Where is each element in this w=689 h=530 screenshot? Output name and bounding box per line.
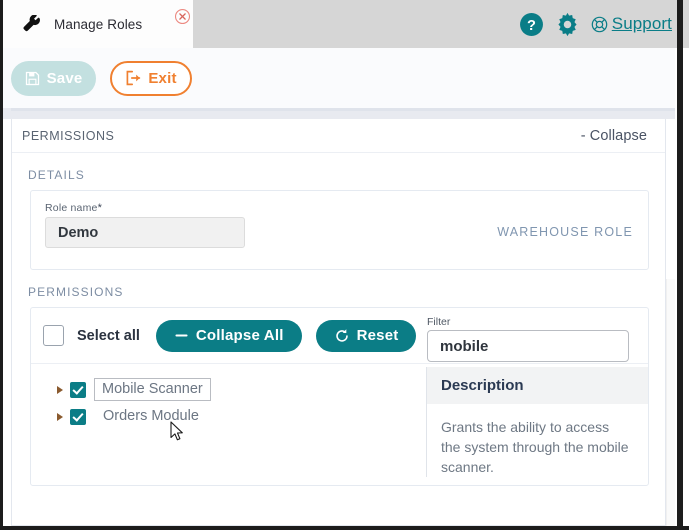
permissions-panel: Select all Collapse All Reset Filter mob… xyxy=(30,307,649,486)
role-type-tag: WAREHOUSE ROLE xyxy=(497,225,633,239)
details-panel: Role name* WAREHOUSE ROLE xyxy=(30,190,649,270)
expand-caret-icon[interactable] xyxy=(57,385,63,394)
description-title: Description xyxy=(441,377,524,394)
select-all-label: Select all xyxy=(77,327,140,344)
reset-label: Reset xyxy=(356,327,399,344)
collapse-all-label: Collapse All xyxy=(195,327,284,344)
permissions-body: Mobile Scanner Orders Module Description… xyxy=(31,364,648,485)
exit-button-label: Exit xyxy=(148,69,177,87)
exit-door-icon xyxy=(125,70,141,86)
description-panel: Description Grants the ability to access… xyxy=(426,367,648,477)
filter-label: Filter xyxy=(427,316,451,328)
filter-input[interactable] xyxy=(427,330,629,362)
tree-row[interactable]: Orders Module xyxy=(57,403,426,430)
gear-icon[interactable] xyxy=(555,12,580,37)
collapse-card-link[interactable]: - Collapse xyxy=(581,128,647,144)
tab-manage-roles[interactable]: Manage Roles xyxy=(3,0,193,48)
reset-button[interactable]: Reset xyxy=(315,319,417,352)
support-link-group[interactable]: Support xyxy=(591,14,672,34)
permissions-card-title: PERMISSIONS xyxy=(22,128,115,143)
role-name-input[interactable] xyxy=(45,217,245,248)
permissions-toolbar: Select all Collapse All Reset Filter mob… xyxy=(31,308,648,364)
manage-roles-window: Manage Roles ? Support Save Exit PERMISS… xyxy=(0,0,689,530)
save-disk-icon xyxy=(25,71,40,86)
window-header-bar: Manage Roles ? Support xyxy=(3,0,689,48)
content-scroll-region: PERMISSIONS - Collapse DETAILS Role name… xyxy=(6,119,666,526)
support-link[interactable]: Support xyxy=(612,14,672,34)
permissions-card: PERMISSIONS - Collapse DETAILS Role name… xyxy=(11,119,666,526)
permissions-card-header: PERMISSIONS - Collapse xyxy=(12,119,665,153)
save-button-label: Save xyxy=(46,69,83,87)
minus-icon xyxy=(174,328,189,343)
wrench-icon xyxy=(23,14,42,34)
tree-item-label[interactable]: Mobile Scanner xyxy=(94,378,211,401)
lifebuoy-icon[interactable] xyxy=(591,16,608,33)
description-header: Description xyxy=(427,367,648,404)
tree-item-checkbox[interactable] xyxy=(70,408,86,425)
refresh-icon xyxy=(334,328,350,344)
description-text: Grants the ability to access the system … xyxy=(441,419,629,475)
toolbar-divider xyxy=(3,108,689,119)
tree-item-checkbox[interactable] xyxy=(70,381,86,398)
tree-item-label[interactable]: Orders Module xyxy=(96,406,206,427)
role-name-label: Role name* xyxy=(45,202,102,214)
tree-row[interactable]: Mobile Scanner xyxy=(57,376,426,403)
permissions-section-label: PERMISSIONS xyxy=(28,285,124,299)
window-right-edge xyxy=(677,0,683,526)
collapse-all-button[interactable]: Collapse All xyxy=(155,319,302,352)
role-name-label-text: Role name xyxy=(45,202,98,214)
header-icon-group: ? Support xyxy=(519,10,672,38)
select-all-checkbox[interactable] xyxy=(43,325,64,346)
tab-title: Manage Roles xyxy=(54,16,143,32)
required-marker: * xyxy=(97,202,103,214)
vertical-scrollbar-thumb[interactable] xyxy=(666,119,675,279)
expand-caret-icon[interactable] xyxy=(57,412,63,421)
svg-text:?: ? xyxy=(527,17,536,33)
save-button[interactable]: Save xyxy=(11,60,96,96)
action-toolbar: Save Exit xyxy=(3,48,689,108)
filter-group: Filter xyxy=(427,316,629,362)
help-circle-icon[interactable]: ? xyxy=(519,12,544,37)
permissions-tree: Mobile Scanner Orders Module xyxy=(31,364,426,485)
close-circle-icon[interactable] xyxy=(174,8,191,25)
exit-button[interactable]: Exit xyxy=(110,60,192,96)
details-section-label: DETAILS xyxy=(28,168,85,182)
